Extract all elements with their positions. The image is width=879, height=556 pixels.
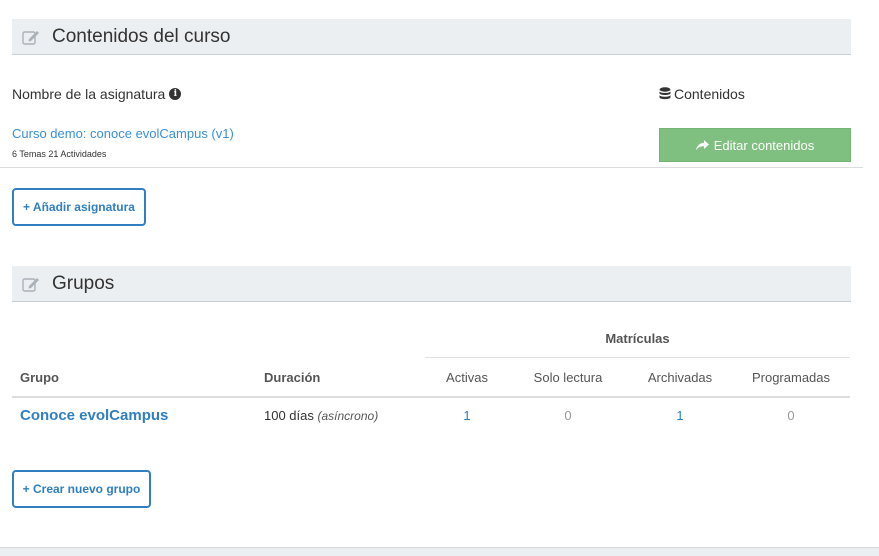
create-group-button[interactable]: + Crear nuevo grupo xyxy=(12,470,151,508)
add-subject-button[interactable]: + Añadir asignatura xyxy=(12,188,146,226)
column-header-group[interactable]: Grupo xyxy=(20,370,59,385)
groups-section-header: Grupos xyxy=(12,266,851,302)
content-section-title: Contenidos del curso xyxy=(52,26,231,47)
share-icon xyxy=(695,139,709,150)
group-duration: 100 días (asíncrono) xyxy=(264,408,378,423)
next-section-header-edge xyxy=(0,547,879,556)
course-page: Contenidos del curso Nombre de la asigna… xyxy=(0,0,879,556)
table-divider xyxy=(12,396,850,398)
edit-icon xyxy=(22,278,39,292)
enrollments-header: Matrículas xyxy=(425,322,850,358)
duration-value: 100 días xyxy=(264,408,314,423)
column-header-archived[interactable]: Archivadas xyxy=(636,370,724,385)
subject-name-label: Nombre de la asignatura i xyxy=(12,86,182,102)
column-header-scheduled[interactable]: Programadas xyxy=(744,370,838,385)
active-count[interactable]: 1 xyxy=(425,408,509,423)
column-header-active[interactable]: Activas xyxy=(425,370,509,385)
course-meta: 6 Temas 21 Actividades xyxy=(12,149,107,159)
group-link[interactable]: Conoce evolCampus xyxy=(20,407,168,424)
read-only-count: 0 xyxy=(564,408,572,423)
divider xyxy=(0,167,863,168)
duration-mode: (asíncrono) xyxy=(317,409,379,423)
edit-contents-label: Editar contenidos xyxy=(713,137,815,153)
subject-name-label-text: Nombre de la asignatura xyxy=(12,86,166,102)
database-icon xyxy=(659,87,671,100)
contents-label-text: Contenidos xyxy=(674,86,745,102)
content-section-header: Contenidos del curso xyxy=(12,19,851,55)
course-link[interactable]: Curso demo: conoce evolCampus (v1) xyxy=(12,126,234,141)
groups-section-title: Grupos xyxy=(52,273,115,294)
edit-contents-button[interactable]: Editar contenidos xyxy=(659,128,851,162)
contents-label: Contenidos xyxy=(659,86,745,102)
edit-icon xyxy=(22,31,39,45)
info-icon[interactable]: i xyxy=(169,88,182,100)
archived-count[interactable]: 1 xyxy=(636,408,724,423)
column-header-duration[interactable]: Duración xyxy=(264,370,320,385)
column-header-read-only[interactable]: Solo lectura xyxy=(520,370,616,385)
scheduled-count: 0 xyxy=(787,408,795,423)
